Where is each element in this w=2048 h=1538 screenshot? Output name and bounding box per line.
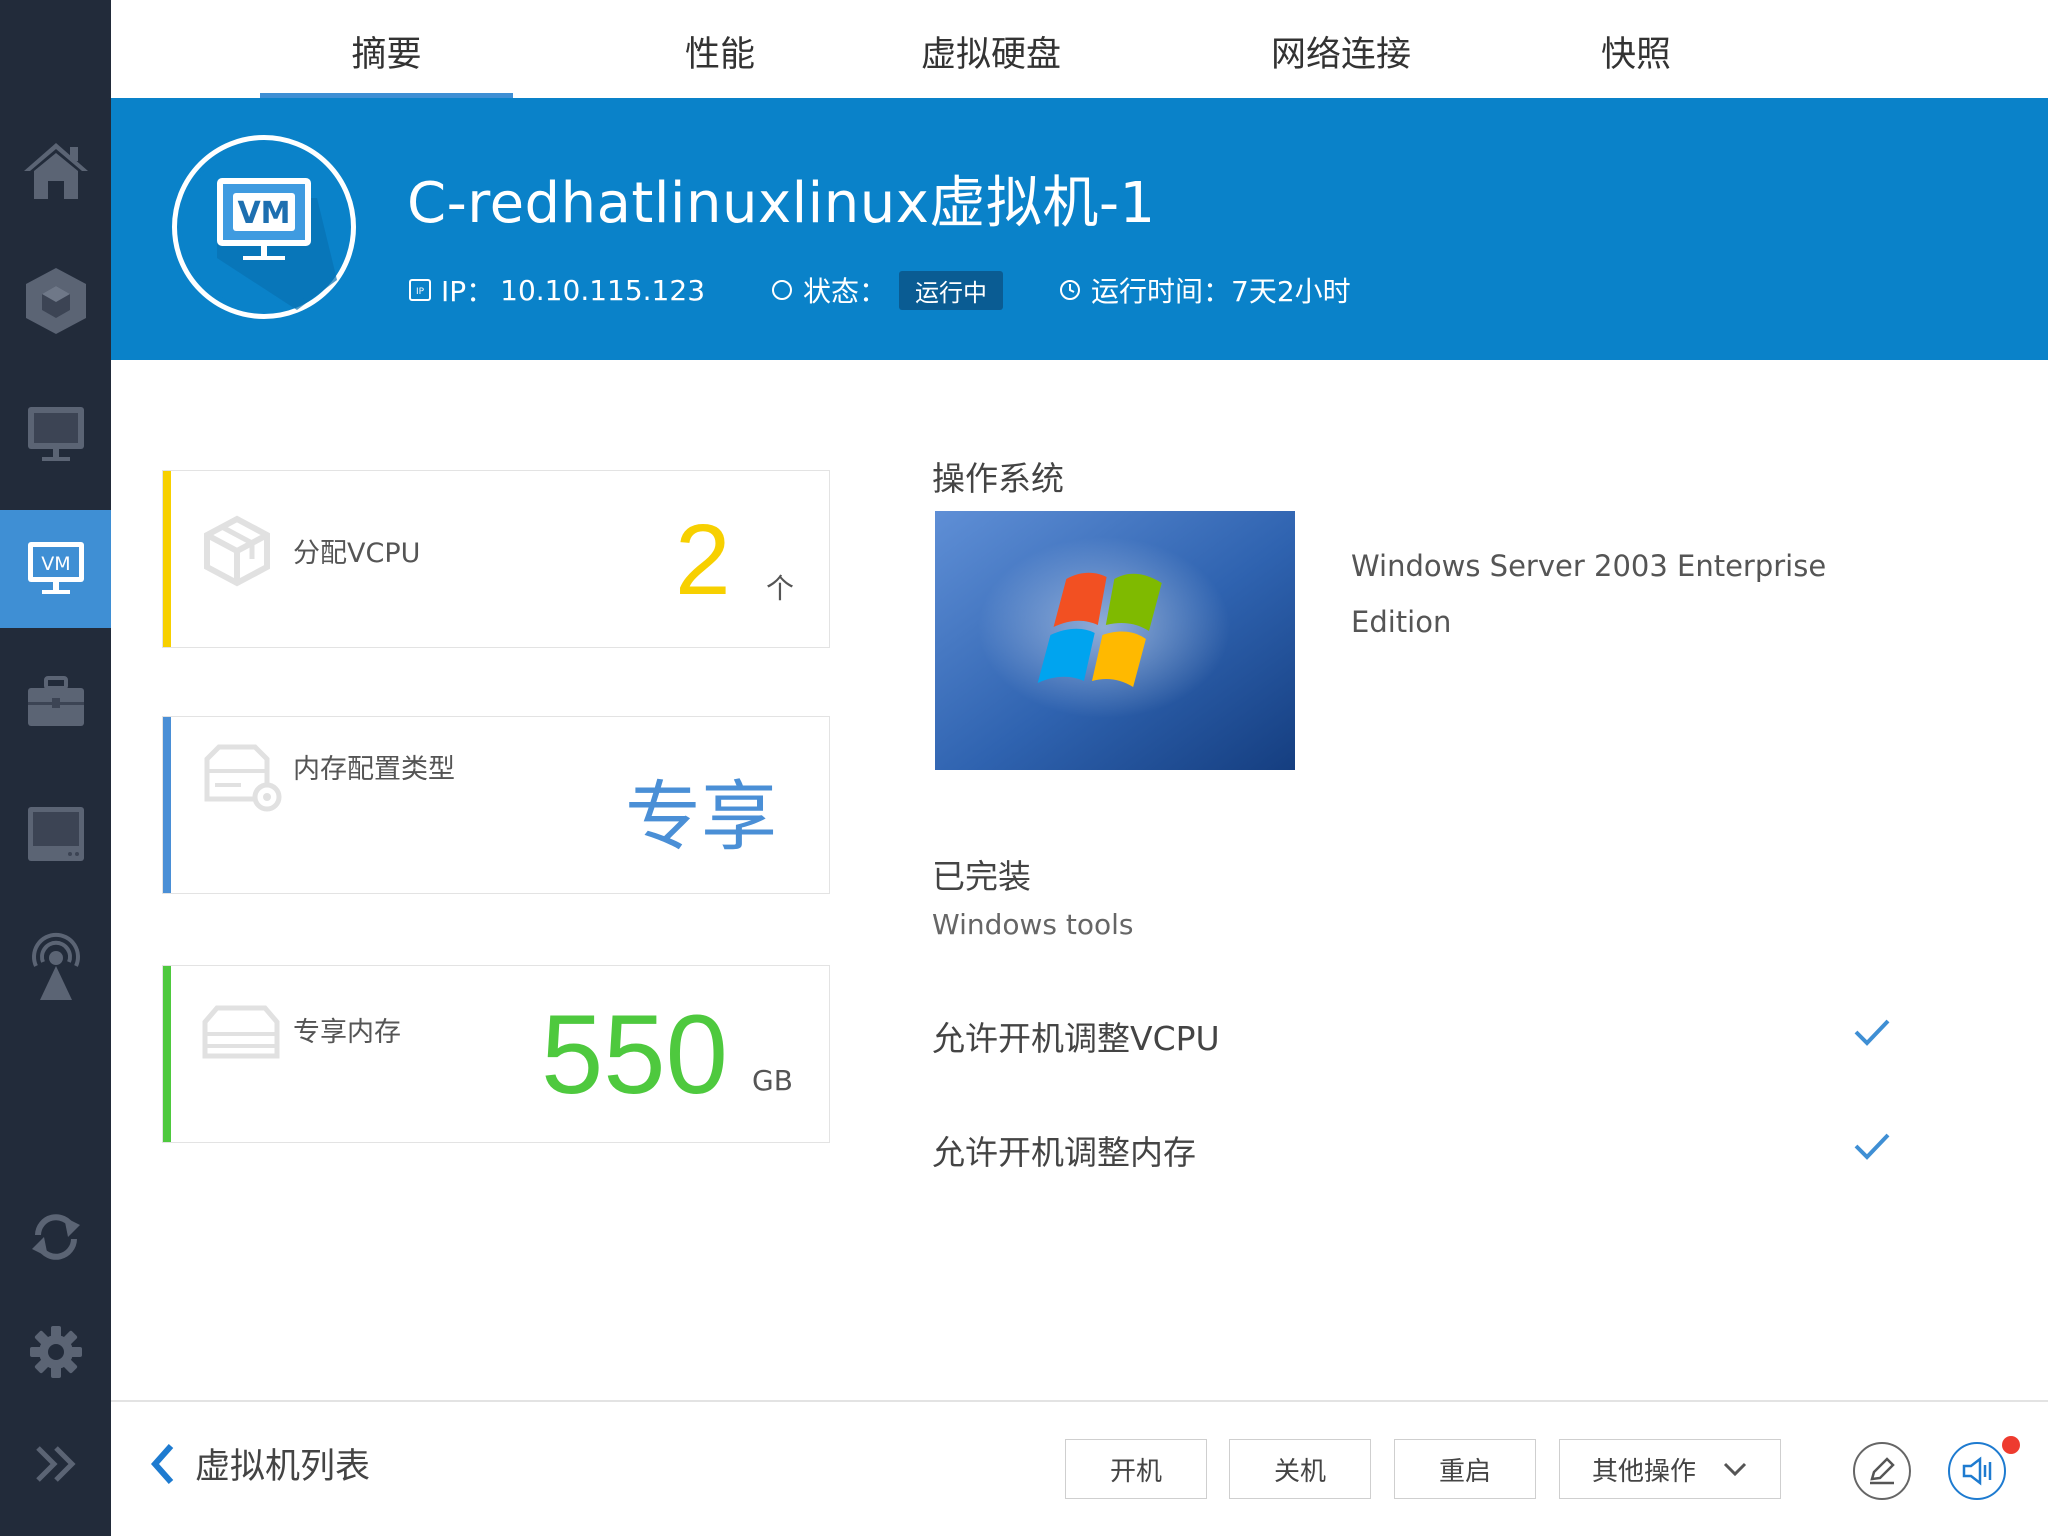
sidebar-item-home[interactable] xyxy=(0,112,111,230)
vm-avatar: VM xyxy=(172,135,356,319)
edit-button[interactable] xyxy=(1853,1442,1911,1500)
chevron-left-icon xyxy=(150,1443,174,1484)
tools-name: Windows tools xyxy=(932,908,1134,941)
power-on-button[interactable]: 开机 xyxy=(1065,1439,1207,1499)
status-label: 状态： xyxy=(803,275,888,308)
memory-type-label: 内存配置类型 xyxy=(293,754,455,785)
cube-icon xyxy=(25,268,86,334)
permission-row-memory: 允许开机调整内存 xyxy=(932,1126,1892,1186)
permission-label-memory: 允许开机调整内存 xyxy=(932,1133,1196,1172)
double-chevron-right-icon xyxy=(35,1446,76,1482)
more-actions-dropdown[interactable]: 其他操作 xyxy=(1559,1439,1781,1499)
more-actions-label: 其他操作 xyxy=(1591,1456,1696,1487)
uptime-info: 运行时间： 7天2小时 xyxy=(1059,270,1351,310)
sidebar-item-network[interactable] xyxy=(0,907,111,1025)
dedicated-memory-value: 550 xyxy=(541,992,728,1117)
memory-type-card: 内存配置类型 专享 xyxy=(162,716,830,894)
notification-button[interactable] xyxy=(1948,1442,2006,1500)
permission-row-vcpu: 允许开机调整VCPU xyxy=(932,1012,1892,1072)
tab-network[interactable]: 网络连接 xyxy=(1241,0,1441,98)
status-badge: 运行中 xyxy=(899,270,1004,310)
gear-icon xyxy=(29,1326,82,1378)
memory-accent-bar xyxy=(163,966,171,1142)
dedicated-memory-card: 专享内存 550 GB xyxy=(162,965,830,1143)
back-to-vm-list[interactable]: 虚拟机列表 xyxy=(149,1438,370,1489)
tab-snapshots[interactable]: 快照 xyxy=(1581,0,1691,98)
home-icon xyxy=(23,143,88,199)
vm-name: C-redhatlinuxlinux虚拟机-1 xyxy=(407,171,1156,236)
uptime-value: 7天2小时 xyxy=(1231,275,1351,308)
os-logo-image xyxy=(935,511,1295,770)
tab-performance[interactable]: 性能 xyxy=(665,0,775,98)
sidebar-item-settings[interactable] xyxy=(0,1293,111,1411)
vm-header: VM C-redhatlinuxlinux虚拟机-1 IP IP： 10.10.… xyxy=(111,98,2048,360)
svg-text:VM: VM xyxy=(237,196,290,231)
monitor-icon xyxy=(27,407,84,461)
dedicated-memory-label: 专享内存 xyxy=(293,1017,401,1048)
storage-icon xyxy=(27,807,84,861)
restart-button[interactable]: 重启 xyxy=(1394,1439,1536,1499)
vcpu-card: 分配VCPU 2 个 xyxy=(162,470,830,648)
sidebar-item-desktops[interactable] xyxy=(0,375,111,493)
broadcast-icon xyxy=(31,932,80,1000)
uptime-label: 运行时间： xyxy=(1091,275,1232,308)
sidebar-item-resources[interactable] xyxy=(0,242,111,360)
checkmark-icon[interactable] xyxy=(1852,1130,1892,1162)
sidebar: VM xyxy=(0,0,111,1536)
vcpu-value: 2 xyxy=(675,504,731,616)
checkmark-icon[interactable] xyxy=(1852,1016,1892,1048)
ip-info: IP IP： 10.10.115.123 xyxy=(409,270,705,310)
sidebar-item-services[interactable] xyxy=(0,643,111,761)
memory-icon xyxy=(201,1002,281,1068)
ip-label: IP： xyxy=(441,275,495,308)
vcpu-accent-bar xyxy=(163,471,171,647)
pencil-icon xyxy=(1870,1457,1895,1485)
status-info: 状态： 运行中 xyxy=(771,270,1004,310)
refresh-icon xyxy=(31,1214,80,1260)
memory-type-value: 专享 xyxy=(625,772,777,861)
memory-config-icon xyxy=(201,741,285,817)
briefcase-icon xyxy=(27,676,84,726)
vcpu-label: 分配VCPU xyxy=(293,538,421,569)
status-circle-icon xyxy=(772,280,792,300)
os-name: Windows Server 2003 Enterprise Edition xyxy=(1351,549,1827,639)
svg-text:VM: VM xyxy=(41,553,70,575)
sidebar-item-vms[interactable]: VM xyxy=(0,510,111,628)
vcpu-unit: 个 xyxy=(766,572,795,605)
chevron-down-icon xyxy=(1723,1462,1747,1477)
vm-icon: VM xyxy=(27,542,84,594)
tab-bar: 摘要 性能 虚拟硬盘 网络连接 快照 xyxy=(111,0,2048,98)
cpu-cube-icon xyxy=(201,515,273,591)
back-label: 虚拟机列表 xyxy=(195,1447,371,1487)
memory-type-accent-bar xyxy=(163,717,171,893)
vm-monitor-icon: VM xyxy=(182,145,346,310)
power-off-button[interactable]: 关机 xyxy=(1229,1439,1371,1499)
os-section-title: 操作系统 xyxy=(932,459,1064,498)
clock-icon xyxy=(1060,280,1080,300)
svg-text:IP: IP xyxy=(416,287,425,297)
sidebar-item-expand[interactable] xyxy=(0,1405,111,1523)
speaker-icon xyxy=(1962,1456,1992,1486)
tab-summary[interactable]: 摘要 xyxy=(260,0,513,98)
tools-section-title: 已完装 xyxy=(932,857,1031,896)
ip-icon: IP xyxy=(409,279,431,301)
ip-value: 10.10.115.123 xyxy=(500,273,706,307)
windows-logo-icon xyxy=(935,511,1295,770)
permission-label-vcpu: 允许开机调整VCPU xyxy=(932,1019,1220,1058)
dedicated-memory-unit: GB xyxy=(752,1064,793,1097)
sidebar-item-storage[interactable] xyxy=(0,775,111,893)
notification-dot xyxy=(2002,1436,2020,1454)
footer-toolbar: 虚拟机列表 开机 关机 重启 其他操作 xyxy=(111,1400,2048,1538)
sidebar-item-refresh[interactable] xyxy=(0,1178,111,1296)
tab-virtual-disks[interactable]: 虚拟硬盘 xyxy=(891,0,1091,98)
